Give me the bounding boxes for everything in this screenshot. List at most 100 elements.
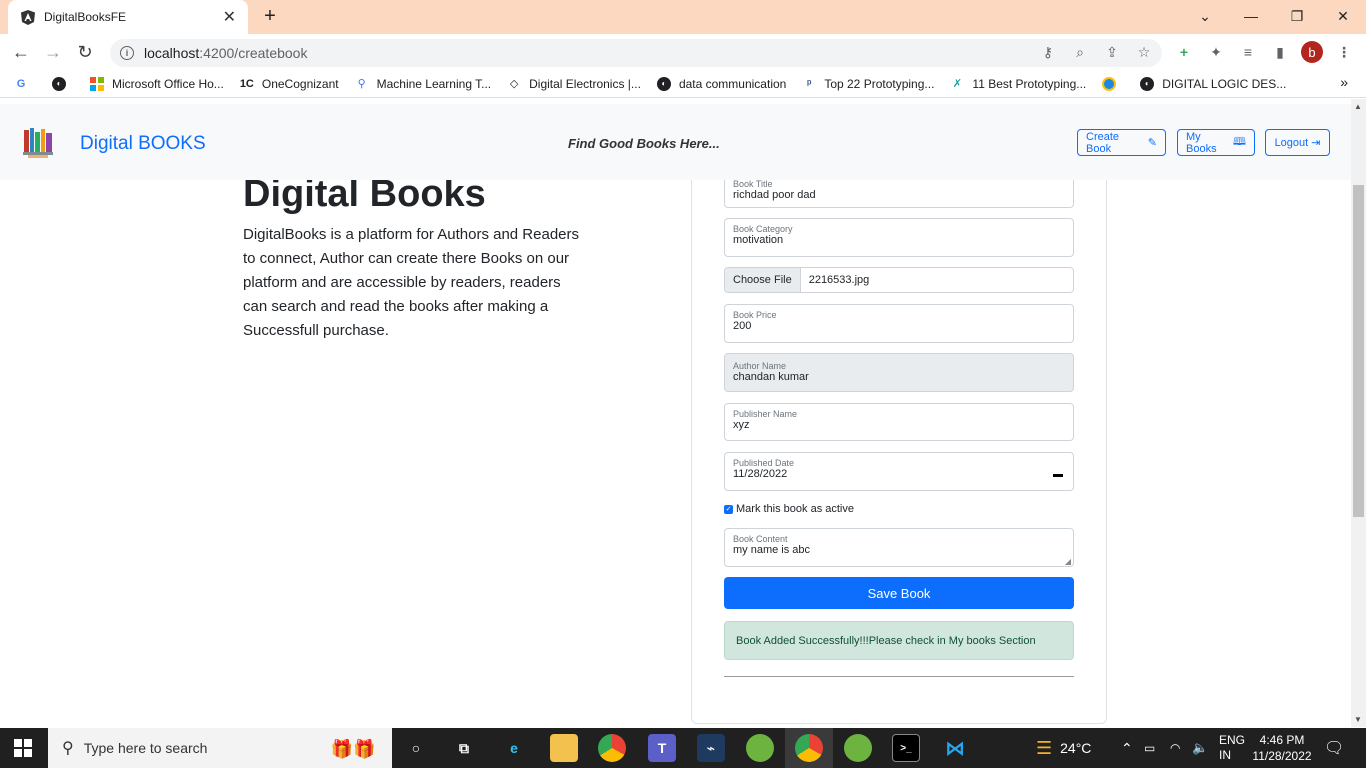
task-view-icon[interactable]: ⧉ [450, 734, 478, 762]
bookmark-item[interactable]: ◐ DIGITAL LOGIC DES... [1140, 76, 1286, 91]
lang-bottom: IN [1219, 748, 1231, 762]
language-indicator[interactable]: ENG IN [1219, 728, 1245, 768]
new-tab-button[interactable]: + [258, 4, 282, 28]
bookmark-label: OneCognizant [261, 76, 339, 91]
bookmark-item[interactable]: ⚲ Machine Learning T... [355, 77, 492, 91]
resize-handle-icon[interactable]: ◢ [1065, 557, 1071, 566]
bookmark-item[interactable]: ᵖ Top 22 Prototyping... [802, 77, 934, 91]
published-date-field[interactable]: Published Date 11/28/2022 ▬ [724, 452, 1074, 491]
share-icon[interactable]: ⇪ [1102, 42, 1122, 62]
chrome-icon[interactable] [598, 734, 626, 762]
address-path: :4200/createbook [199, 45, 308, 61]
publisher-name-field[interactable]: Publisher Name xyz [724, 403, 1074, 441]
cortana-icon[interactable]: ○ [402, 734, 430, 762]
browser-menu-icon[interactable]: ⋮ [1334, 42, 1354, 62]
logout-button[interactable]: Logout ⇥ [1265, 129, 1330, 156]
bookmark-globe[interactable]: ◐ [52, 76, 74, 91]
file-name: 2216533.jpg [808, 274, 870, 286]
book-title-value: richdad poor dad [733, 189, 816, 201]
page-scrollbar[interactable]: ▲ ▼ [1351, 99, 1366, 727]
zoom-icon[interactable]: ⌕ [1070, 42, 1090, 62]
scroll-down-icon[interactable]: ▼ [1354, 715, 1362, 724]
bookmark-item[interactable]: ◐ data communication [656, 76, 786, 91]
chrome-active-icon[interactable] [795, 734, 823, 762]
spring-tools-icon[interactable] [746, 734, 774, 762]
site-info-icon[interactable]: i [120, 46, 134, 60]
active-checkbox[interactable]: ✓ [724, 504, 733, 514]
back-icon[interactable]: ← [8, 40, 34, 64]
minimize-icon[interactable]: — [1228, 0, 1274, 32]
google-icon: G [16, 77, 26, 90]
restore-icon[interactable]: ❐ [1274, 0, 1320, 32]
bookmark-item[interactable]: Microsoft Office Ho... [90, 76, 224, 91]
save-book-button[interactable]: Save Book [724, 577, 1074, 609]
spring-tools-2-icon[interactable] [844, 734, 872, 762]
extension-plus-icon[interactable]: + [1174, 42, 1194, 62]
published-date-label: Published Date [733, 458, 795, 468]
bookmark-star-icon[interactable]: ☆ [1134, 42, 1154, 62]
my-books-button[interactable]: My Books 🕮 [1177, 129, 1255, 156]
globe-icon: ◐ [1140, 76, 1155, 91]
tab-close-icon[interactable]: ✕ [223, 7, 236, 27]
weather-widget[interactable]: ☰ 24°C [1036, 728, 1091, 768]
choose-file-button[interactable]: Choose File [725, 268, 801, 292]
bookmarks-more-icon[interactable]: » [1340, 74, 1348, 90]
clock-time: 4:46 PM [1259, 733, 1305, 747]
extensions-puzzle-icon[interactable]: ✦ [1206, 42, 1226, 62]
book-price-field[interactable]: Book Price 200 [724, 304, 1074, 343]
close-window-icon[interactable]: ✕ [1320, 0, 1366, 32]
logout-icon: ⇥ [1311, 137, 1321, 149]
scroll-thumb[interactable] [1353, 185, 1364, 517]
profile-avatar[interactable]: b [1301, 41, 1323, 63]
browser-tab[interactable]: DigitalBooksFE ✕ [8, 0, 248, 34]
active-checkbox-row[interactable]: ✓ Mark this book as active [724, 503, 854, 515]
network-icon[interactable]: ◠ [1170, 728, 1180, 768]
book-image-file-input[interactable]: Choose File 2216533.jpg [724, 267, 1074, 293]
notifications-icon[interactable]: 🗨 [1324, 728, 1344, 768]
book-icon: 🕮 [1233, 136, 1246, 148]
bookmark-google[interactable]: G [14, 77, 36, 91]
bookmark-item[interactable] [1102, 76, 1124, 91]
bookmark-item[interactable]: ✗ 11 Best Prototyping... [950, 77, 1086, 91]
bookmark-item[interactable]: 1C OneCognizant [240, 77, 339, 91]
author-name-field: Author Name chandan kumar [724, 353, 1074, 392]
teams-icon[interactable]: T [648, 734, 676, 762]
address-bar[interactable]: i localhost:4200/createbook [110, 39, 1162, 67]
windows-start-icon[interactable] [14, 739, 32, 757]
side-panel-icon[interactable]: ▮ [1270, 42, 1290, 62]
bookmark-label: 11 Best Prototyping... [972, 76, 1087, 91]
angular-icon [20, 9, 36, 25]
book-price-value: 200 [733, 320, 752, 332]
book-content-label: Book Content [733, 534, 788, 544]
brand-link[interactable]: Digital BOOKS [80, 133, 206, 155]
scroll-up-icon[interactable]: ▲ [1354, 102, 1362, 111]
tray-overflow-icon[interactable]: ⌃ [1121, 728, 1133, 768]
bookmark-label: Machine Learning T... [376, 76, 492, 91]
edge-icon[interactable]: e [500, 734, 528, 762]
active-checkbox-label: Mark this book as active [736, 503, 854, 515]
mysql-workbench-icon[interactable]: ⌁ [697, 734, 725, 762]
vscode-icon[interactable]: ⋈ [941, 734, 969, 762]
key-icon[interactable]: ⚷ [1038, 42, 1058, 62]
book-category-field[interactable]: Book Category motivation [724, 218, 1074, 257]
pencil-icon: ✎ [1147, 137, 1157, 149]
terminal-icon[interactable]: >_ [892, 734, 920, 762]
bookmark-label: Top 22 Prototyping... [824, 76, 935, 91]
books-logo-icon[interactable] [22, 126, 56, 160]
media-queue-icon[interactable]: ≡ [1238, 42, 1258, 62]
bookmark-item[interactable]: ◇ Digital Electronics |... [507, 77, 641, 91]
calendar-icon[interactable]: ▬ [1053, 469, 1063, 480]
clock[interactable]: 4:46 PM 11/28/2022 [1251, 728, 1313, 768]
book-title-field[interactable]: Book Title richdad poor dad [724, 177, 1074, 208]
create-book-button[interactable]: Create Book ✎ [1077, 129, 1166, 156]
tab-search-chevron-icon[interactable]: ⌄ [1182, 0, 1228, 32]
forward-icon[interactable]: → [40, 40, 66, 64]
reload-icon[interactable]: ↻ [72, 40, 98, 64]
book-content-textarea[interactable]: Book Content my name is abc ◢ [724, 528, 1074, 567]
volume-icon[interactable]: 🔈 [1192, 728, 1208, 768]
battery-icon[interactable]: ▭ [1144, 728, 1155, 768]
file-explorer-icon[interactable] [550, 734, 578, 762]
gifts-widget-icon[interactable]: 🎁🎁 [318, 735, 388, 763]
ml-icon: ⚲ [357, 78, 366, 90]
weather-temp: 24°C [1060, 740, 1092, 756]
